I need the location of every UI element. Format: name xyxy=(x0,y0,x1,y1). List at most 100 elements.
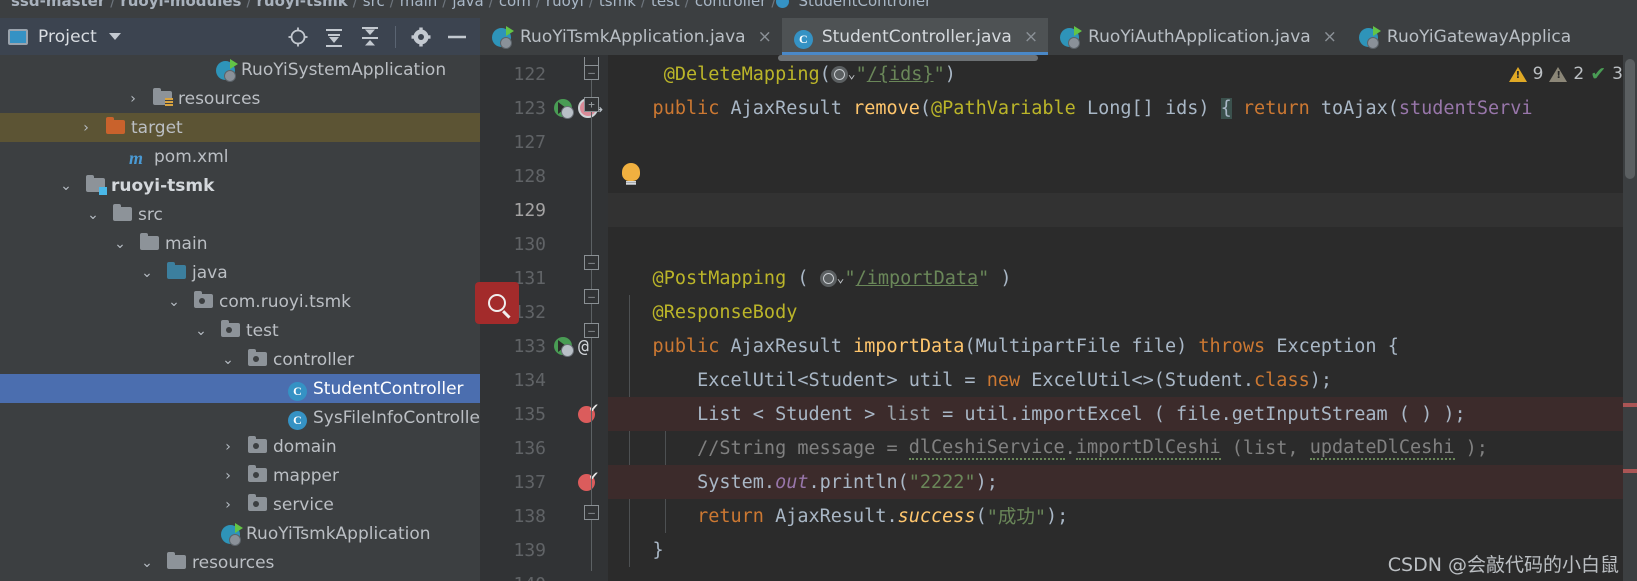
fold-expand-icon[interactable]: + xyxy=(584,97,599,112)
breadcrumb-item-7[interactable]: ruoyi xyxy=(541,0,589,10)
code-line-131[interactable]: @PostMapping ( ⌄ "/importData " ) xyxy=(608,261,1637,295)
tree-item-resources[interactable]: › resources xyxy=(0,84,480,113)
tree-arrow-expanded[interactable]: ⌄ xyxy=(166,294,182,310)
tree-item-service[interactable]: › service xyxy=(0,490,480,519)
web-mapping-icon[interactable] xyxy=(830,65,848,83)
tree-item-label: controller xyxy=(273,349,355,370)
tree-arrow-collapsed[interactable]: › xyxy=(78,120,94,136)
code-line-129[interactable] xyxy=(608,193,1637,227)
tree-item-controller[interactable]: ⌄ controller xyxy=(0,345,480,374)
tab-studentcontroller[interactable]: C StudentController.java × xyxy=(781,18,1049,55)
breadcrumb-item-5[interactable]: java xyxy=(447,0,488,10)
tree-arrow-collapsed[interactable]: › xyxy=(125,91,141,107)
tree-item-sysfileinfocontroller[interactable]: C SysFileInfoControlle xyxy=(0,403,480,432)
tree-arrow-expanded[interactable]: ⌄ xyxy=(85,207,101,223)
tree-item-domain[interactable]: › domain xyxy=(0,432,480,461)
tree-arrow-collapsed[interactable]: › xyxy=(220,439,236,455)
code-line-138[interactable]: return AjaxResult. success("成功"); xyxy=(608,499,1637,533)
breadcrumb-item-11[interactable]: StudentController xyxy=(793,0,936,10)
tree-item-com-ruoyi-tsmk[interactable]: ⌄ com.ruoyi.tsmk xyxy=(0,287,480,316)
editor-scrollbar[interactable] xyxy=(1623,55,1637,581)
package-icon xyxy=(221,319,241,340)
code-line-135[interactable]: List < Student > list = util.importExcel… xyxy=(608,397,1637,431)
fold-collapse-icon[interactable]: — xyxy=(584,505,599,520)
fold-collapse-icon[interactable]: — xyxy=(584,65,599,80)
tree-item-studentcontroller[interactable]: C StudentController xyxy=(0,374,480,403)
breadcrumb-item-9[interactable]: test xyxy=(646,0,685,10)
breadcrumb-item-8[interactable]: tsmk xyxy=(594,0,641,10)
tree-arrow-expanded[interactable]: ⌄ xyxy=(58,178,74,194)
tree-arrow-collapsed[interactable]: › xyxy=(220,497,236,513)
editor-tab-bar[interactable]: RuoYiTsmkApplication.java × C StudentCon… xyxy=(480,18,1637,55)
code-editor[interactable]: 122 123 m➜ 127 128 129 130 131 132 133 @ xyxy=(480,55,1637,581)
fold-collapse-icon[interactable]: — xyxy=(584,323,599,338)
expand-all-icon[interactable] xyxy=(323,26,345,48)
web-mapping-icon[interactable] xyxy=(819,269,837,287)
scrollbar-thumb[interactable] xyxy=(1625,59,1635,179)
breadcrumb-item-6[interactable]: com xyxy=(494,0,536,10)
breadcrumb-item-10[interactable]: controller xyxy=(690,0,772,10)
code-line-128[interactable] xyxy=(608,159,1637,193)
url-annotation[interactable]: /importData xyxy=(856,268,979,289)
tree-item-label: resources xyxy=(192,552,275,573)
breadcrumb[interactable]: ssd-master / ruoyi-modules / ruoyi-tsmk … xyxy=(0,0,1637,12)
code-line-132[interactable]: @ResponseBody xyxy=(608,295,1637,329)
tree-item-ruoyitsmkapplication[interactable]: RuoYiTsmkApplication xyxy=(0,519,480,548)
url-annotation[interactable]: /{ids} xyxy=(867,64,934,85)
fold-collapse-icon[interactable]: — xyxy=(584,255,599,270)
tree-arrow-expanded[interactable]: ⌄ xyxy=(112,236,128,252)
search-popup[interactable] xyxy=(475,282,519,324)
code-line-134[interactable]: ExcelUtil<Student> util = new ExcelUtil<… xyxy=(608,363,1637,397)
close-icon[interactable]: × xyxy=(758,27,772,47)
search-icon[interactable] xyxy=(488,294,506,312)
run-icon[interactable] xyxy=(554,337,574,357)
tree-item-java[interactable]: ⌄ java xyxy=(0,258,480,287)
tree-item-resources-2[interactable]: ⌄ resources xyxy=(0,548,480,577)
project-tree[interactable]: RuoYiSystemApplication › resources › tar… xyxy=(0,55,480,581)
tree-arrow-expanded[interactable]: ⌄ xyxy=(193,323,209,339)
minimize-icon[interactable] xyxy=(446,26,468,48)
code-line-137[interactable]: System. out .println("2222"); xyxy=(608,465,1637,499)
tree-arrow-collapsed[interactable]: › xyxy=(220,468,236,484)
tree-item-test[interactable]: ⌄ test xyxy=(0,316,480,345)
collapse-all-icon[interactable] xyxy=(359,26,381,48)
tree-item-ruoyi-tsmk[interactable]: ⌄ ruoyi-tsmk xyxy=(0,171,480,200)
source-folder-icon xyxy=(167,261,187,282)
close-icon[interactable]: × xyxy=(1323,27,1337,47)
tab-ruoyiauthapplication[interactable]: RuoYiAuthApplication.java × xyxy=(1048,18,1347,55)
tree-item-main[interactable]: ⌄ main xyxy=(0,229,480,258)
locate-icon[interactable] xyxy=(287,26,309,48)
tab-ruoyitsmkapplication[interactable]: RuoYiTsmkApplication.java × xyxy=(480,18,782,55)
chevron-down-icon[interactable] xyxy=(108,33,121,40)
tree-arrow-expanded[interactable]: ⌄ xyxy=(220,352,236,368)
run-icon[interactable] xyxy=(554,99,574,119)
code-line-122[interactable]: @DeleteMapping(⌄ "/{ids} ") xyxy=(608,57,1637,91)
java-class-icon: C xyxy=(288,409,308,430)
gear-icon[interactable] xyxy=(410,26,432,48)
tree-item-pom-xml[interactable]: m pom.xml xyxy=(0,142,480,171)
tree-item-mapper[interactable]: › mapper xyxy=(0,461,480,490)
inspection-status-widget[interactable]: 9 2 ✔ 3 xyxy=(1508,63,1623,85)
breadcrumb-item-4[interactable]: main xyxy=(395,0,442,10)
breadcrumb-item-2[interactable]: ruoyi-tsmk xyxy=(252,0,353,10)
code-line-130[interactable] xyxy=(608,227,1637,261)
breadcrumb-item-0[interactable]: ssd-master xyxy=(6,0,110,10)
fold-collapse-icon[interactable]: — xyxy=(584,289,599,304)
code-line-127[interactable] xyxy=(608,125,1637,159)
tree-arrow-expanded[interactable]: ⌄ xyxy=(139,555,155,571)
breadcrumb-item-3[interactable]: src xyxy=(358,0,390,10)
code-text-area[interactable]: @DeleteMapping(⌄ "/{ids} ") public AjaxRes… xyxy=(608,55,1637,581)
tab-ruoyigatewayapplication[interactable]: RuoYiGatewayApplica xyxy=(1346,18,1582,55)
tree-item-ruoyisystemapplication[interactable]: RuoYiSystemApplication xyxy=(0,55,480,84)
code-line-133[interactable]: public AjaxResult importData(MultipartFi… xyxy=(608,329,1637,363)
tree-arrow-expanded[interactable]: ⌄ xyxy=(139,265,155,281)
tree-item-src[interactable]: ⌄ src xyxy=(0,200,480,229)
code-line-123[interactable]: public AjaxResult remove(@PathVariable L… xyxy=(608,91,1637,125)
close-icon[interactable]: × xyxy=(1024,27,1038,47)
code-line-136[interactable]: //String message = dlCeshiService. import… xyxy=(608,431,1637,465)
code-folding-column[interactable]: — + — — — — xyxy=(576,55,608,581)
breadcrumb-item-1[interactable]: ruoyi-modules xyxy=(115,0,246,10)
intention-bulb-icon[interactable] xyxy=(622,163,640,185)
tree-item-target[interactable]: › target xyxy=(0,113,480,142)
weak-warning-count: 2 xyxy=(1573,64,1585,84)
